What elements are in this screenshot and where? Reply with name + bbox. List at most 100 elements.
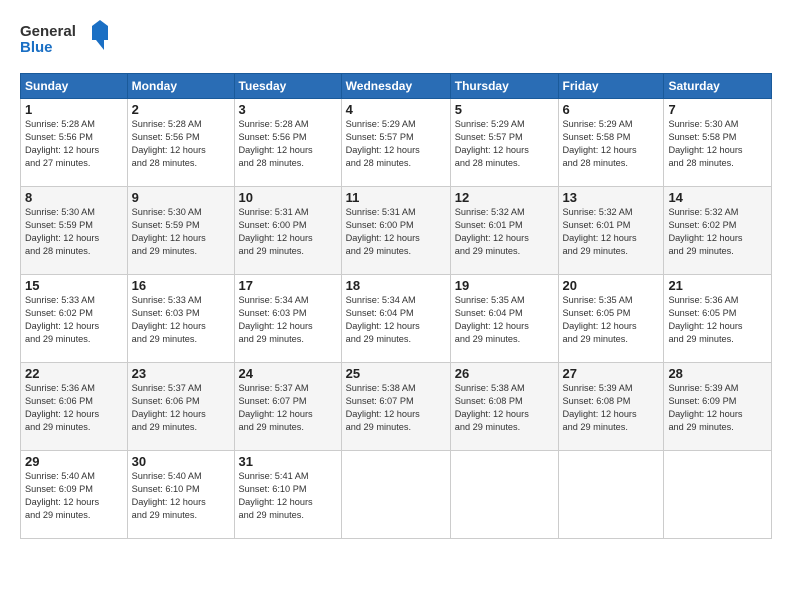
calendar-header-saturday: Saturday (664, 74, 772, 99)
logo-text: General Blue (20, 18, 110, 63)
calendar-header-thursday: Thursday (450, 74, 558, 99)
page: General Blue SundayMondayTuesdayWednesda… (0, 0, 792, 549)
calendar-week-row: 15Sunrise: 5:33 AM Sunset: 6:02 PM Dayli… (21, 275, 772, 363)
day-number: 2 (132, 102, 230, 117)
day-info: Sunrise: 5:34 AM Sunset: 6:03 PM Dayligh… (239, 294, 337, 346)
calendar-table: SundayMondayTuesdayWednesdayThursdayFrid… (20, 73, 772, 539)
day-number: 18 (346, 278, 446, 293)
day-info: Sunrise: 5:33 AM Sunset: 6:02 PM Dayligh… (25, 294, 123, 346)
day-info: Sunrise: 5:32 AM Sunset: 6:02 PM Dayligh… (668, 206, 767, 258)
day-info: Sunrise: 5:30 AM Sunset: 5:59 PM Dayligh… (132, 206, 230, 258)
calendar-cell: 29Sunrise: 5:40 AM Sunset: 6:09 PM Dayli… (21, 451, 128, 539)
calendar-cell: 25Sunrise: 5:38 AM Sunset: 6:07 PM Dayli… (341, 363, 450, 451)
day-number: 24 (239, 366, 337, 381)
calendar-cell: 26Sunrise: 5:38 AM Sunset: 6:08 PM Dayli… (450, 363, 558, 451)
day-info: Sunrise: 5:37 AM Sunset: 6:06 PM Dayligh… (132, 382, 230, 434)
calendar-header-row: SundayMondayTuesdayWednesdayThursdayFrid… (21, 74, 772, 99)
day-number: 1 (25, 102, 123, 117)
header: General Blue (20, 18, 772, 63)
svg-text:General: General (20, 23, 76, 40)
calendar-cell (664, 451, 772, 539)
day-info: Sunrise: 5:39 AM Sunset: 6:08 PM Dayligh… (563, 382, 660, 434)
day-number: 8 (25, 190, 123, 205)
calendar-cell: 22Sunrise: 5:36 AM Sunset: 6:06 PM Dayli… (21, 363, 128, 451)
day-number: 22 (25, 366, 123, 381)
day-number: 25 (346, 366, 446, 381)
day-info: Sunrise: 5:35 AM Sunset: 6:04 PM Dayligh… (455, 294, 554, 346)
calendar-cell (450, 451, 558, 539)
calendar-cell: 10Sunrise: 5:31 AM Sunset: 6:00 PM Dayli… (234, 187, 341, 275)
calendar-week-row: 1Sunrise: 5:28 AM Sunset: 5:56 PM Daylig… (21, 99, 772, 187)
day-number: 27 (563, 366, 660, 381)
day-info: Sunrise: 5:28 AM Sunset: 5:56 PM Dayligh… (25, 118, 123, 170)
day-number: 31 (239, 454, 337, 469)
calendar-cell: 27Sunrise: 5:39 AM Sunset: 6:08 PM Dayli… (558, 363, 664, 451)
calendar-header-friday: Friday (558, 74, 664, 99)
day-number: 14 (668, 190, 767, 205)
calendar-cell: 12Sunrise: 5:32 AM Sunset: 6:01 PM Dayli… (450, 187, 558, 275)
logo: General Blue (20, 18, 110, 63)
calendar-header-monday: Monday (127, 74, 234, 99)
day-number: 11 (346, 190, 446, 205)
calendar-cell: 24Sunrise: 5:37 AM Sunset: 6:07 PM Dayli… (234, 363, 341, 451)
day-number: 26 (455, 366, 554, 381)
day-number: 29 (25, 454, 123, 469)
logo-icon: General Blue (20, 18, 110, 58)
calendar-cell: 15Sunrise: 5:33 AM Sunset: 6:02 PM Dayli… (21, 275, 128, 363)
calendar-cell: 31Sunrise: 5:41 AM Sunset: 6:10 PM Dayli… (234, 451, 341, 539)
calendar-cell (341, 451, 450, 539)
day-info: Sunrise: 5:32 AM Sunset: 6:01 PM Dayligh… (563, 206, 660, 258)
calendar-cell (558, 451, 664, 539)
day-number: 7 (668, 102, 767, 117)
day-info: Sunrise: 5:35 AM Sunset: 6:05 PM Dayligh… (563, 294, 660, 346)
day-number: 6 (563, 102, 660, 117)
calendar-cell: 8Sunrise: 5:30 AM Sunset: 5:59 PM Daylig… (21, 187, 128, 275)
calendar-cell: 28Sunrise: 5:39 AM Sunset: 6:09 PM Dayli… (664, 363, 772, 451)
day-info: Sunrise: 5:31 AM Sunset: 6:00 PM Dayligh… (239, 206, 337, 258)
day-number: 16 (132, 278, 230, 293)
day-info: Sunrise: 5:34 AM Sunset: 6:04 PM Dayligh… (346, 294, 446, 346)
calendar-cell: 13Sunrise: 5:32 AM Sunset: 6:01 PM Dayli… (558, 187, 664, 275)
day-info: Sunrise: 5:30 AM Sunset: 5:58 PM Dayligh… (668, 118, 767, 170)
calendar-cell: 7Sunrise: 5:30 AM Sunset: 5:58 PM Daylig… (664, 99, 772, 187)
day-number: 21 (668, 278, 767, 293)
day-number: 19 (455, 278, 554, 293)
day-number: 3 (239, 102, 337, 117)
calendar-cell: 3Sunrise: 5:28 AM Sunset: 5:56 PM Daylig… (234, 99, 341, 187)
svg-text:Blue: Blue (20, 39, 53, 56)
day-number: 28 (668, 366, 767, 381)
calendar-header-wednesday: Wednesday (341, 74, 450, 99)
calendar-week-row: 29Sunrise: 5:40 AM Sunset: 6:09 PM Dayli… (21, 451, 772, 539)
calendar-cell: 18Sunrise: 5:34 AM Sunset: 6:04 PM Dayli… (341, 275, 450, 363)
calendar-cell: 21Sunrise: 5:36 AM Sunset: 6:05 PM Dayli… (664, 275, 772, 363)
day-info: Sunrise: 5:29 AM Sunset: 5:57 PM Dayligh… (455, 118, 554, 170)
day-info: Sunrise: 5:38 AM Sunset: 6:08 PM Dayligh… (455, 382, 554, 434)
day-number: 13 (563, 190, 660, 205)
calendar-header-tuesday: Tuesday (234, 74, 341, 99)
day-info: Sunrise: 5:36 AM Sunset: 6:05 PM Dayligh… (668, 294, 767, 346)
day-number: 4 (346, 102, 446, 117)
calendar-cell: 20Sunrise: 5:35 AM Sunset: 6:05 PM Dayli… (558, 275, 664, 363)
calendar-cell: 17Sunrise: 5:34 AM Sunset: 6:03 PM Dayli… (234, 275, 341, 363)
day-info: Sunrise: 5:28 AM Sunset: 5:56 PM Dayligh… (132, 118, 230, 170)
day-info: Sunrise: 5:41 AM Sunset: 6:10 PM Dayligh… (239, 470, 337, 522)
calendar-cell: 11Sunrise: 5:31 AM Sunset: 6:00 PM Dayli… (341, 187, 450, 275)
calendar-cell: 2Sunrise: 5:28 AM Sunset: 5:56 PM Daylig… (127, 99, 234, 187)
day-number: 12 (455, 190, 554, 205)
calendar-cell: 1Sunrise: 5:28 AM Sunset: 5:56 PM Daylig… (21, 99, 128, 187)
calendar-cell: 16Sunrise: 5:33 AM Sunset: 6:03 PM Dayli… (127, 275, 234, 363)
day-info: Sunrise: 5:37 AM Sunset: 6:07 PM Dayligh… (239, 382, 337, 434)
day-info: Sunrise: 5:38 AM Sunset: 6:07 PM Dayligh… (346, 382, 446, 434)
day-info: Sunrise: 5:32 AM Sunset: 6:01 PM Dayligh… (455, 206, 554, 258)
day-info: Sunrise: 5:29 AM Sunset: 5:57 PM Dayligh… (346, 118, 446, 170)
day-number: 30 (132, 454, 230, 469)
day-info: Sunrise: 5:29 AM Sunset: 5:58 PM Dayligh… (563, 118, 660, 170)
calendar-cell: 23Sunrise: 5:37 AM Sunset: 6:06 PM Dayli… (127, 363, 234, 451)
calendar-week-row: 8Sunrise: 5:30 AM Sunset: 5:59 PM Daylig… (21, 187, 772, 275)
calendar-header-sunday: Sunday (21, 74, 128, 99)
day-info: Sunrise: 5:33 AM Sunset: 6:03 PM Dayligh… (132, 294, 230, 346)
calendar-cell: 6Sunrise: 5:29 AM Sunset: 5:58 PM Daylig… (558, 99, 664, 187)
day-info: Sunrise: 5:30 AM Sunset: 5:59 PM Dayligh… (25, 206, 123, 258)
calendar-cell: 5Sunrise: 5:29 AM Sunset: 5:57 PM Daylig… (450, 99, 558, 187)
day-info: Sunrise: 5:40 AM Sunset: 6:09 PM Dayligh… (25, 470, 123, 522)
